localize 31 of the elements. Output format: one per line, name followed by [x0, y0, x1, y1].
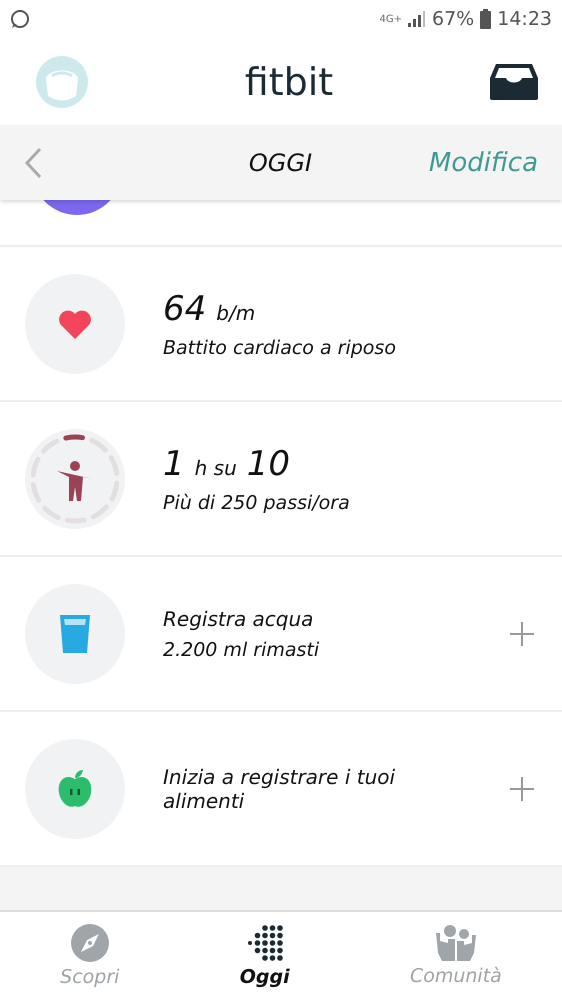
- tile-row[interactable]: 64 b/m Battito cardiaco a riposo: [0, 245, 562, 400]
- tile-row[interactable]: Registra acqua 2.200 ml rimasti: [0, 555, 562, 710]
- tile-title: Registra acqua: [163, 606, 314, 630]
- network-type: 4G+: [380, 14, 402, 24]
- tile-value: 1: [163, 444, 185, 484]
- heart-icon: [58, 308, 92, 338]
- tile-value: 64: [163, 288, 206, 328]
- nav-tab[interactable]: Oggi: [240, 924, 290, 988]
- tile-row[interactable]: 1 h su 10 Più di 250 passi/ora: [0, 400, 562, 555]
- back-chevron-icon[interactable]: [24, 146, 42, 178]
- glass-icon: [60, 614, 90, 652]
- tile-value: 10: [246, 444, 290, 484]
- dots-logo-icon: [246, 924, 284, 962]
- inbox-icon[interactable]: [490, 64, 538, 100]
- tile-subtitle: Più di 250 passi/ora: [163, 492, 351, 514]
- app-logo: fitbit: [244, 60, 334, 104]
- tile-subtitle: 2.200 ml rimasti: [163, 638, 320, 660]
- tile-title: b/m: [216, 300, 256, 324]
- clock-time: 14:23: [497, 8, 552, 30]
- battery-icon: [480, 9, 492, 29]
- tile-subtitle: Battito cardiaco a riposo: [163, 336, 397, 358]
- chat-app-icon: [10, 9, 30, 29]
- people-icon: [436, 924, 476, 960]
- tile-title: h su: [194, 456, 237, 480]
- compass-icon: [70, 924, 109, 962]
- apple-icon: [57, 768, 93, 808]
- tile-title: Inizia a registrare i tuoi alimenti: [163, 764, 396, 812]
- tile-row[interactable]: Inizia a registrare i tuoi alimenti: [0, 710, 562, 865]
- battery-percent: 67%: [432, 8, 474, 30]
- section-title: OGGI: [248, 148, 314, 176]
- signal-icon: [408, 11, 426, 27]
